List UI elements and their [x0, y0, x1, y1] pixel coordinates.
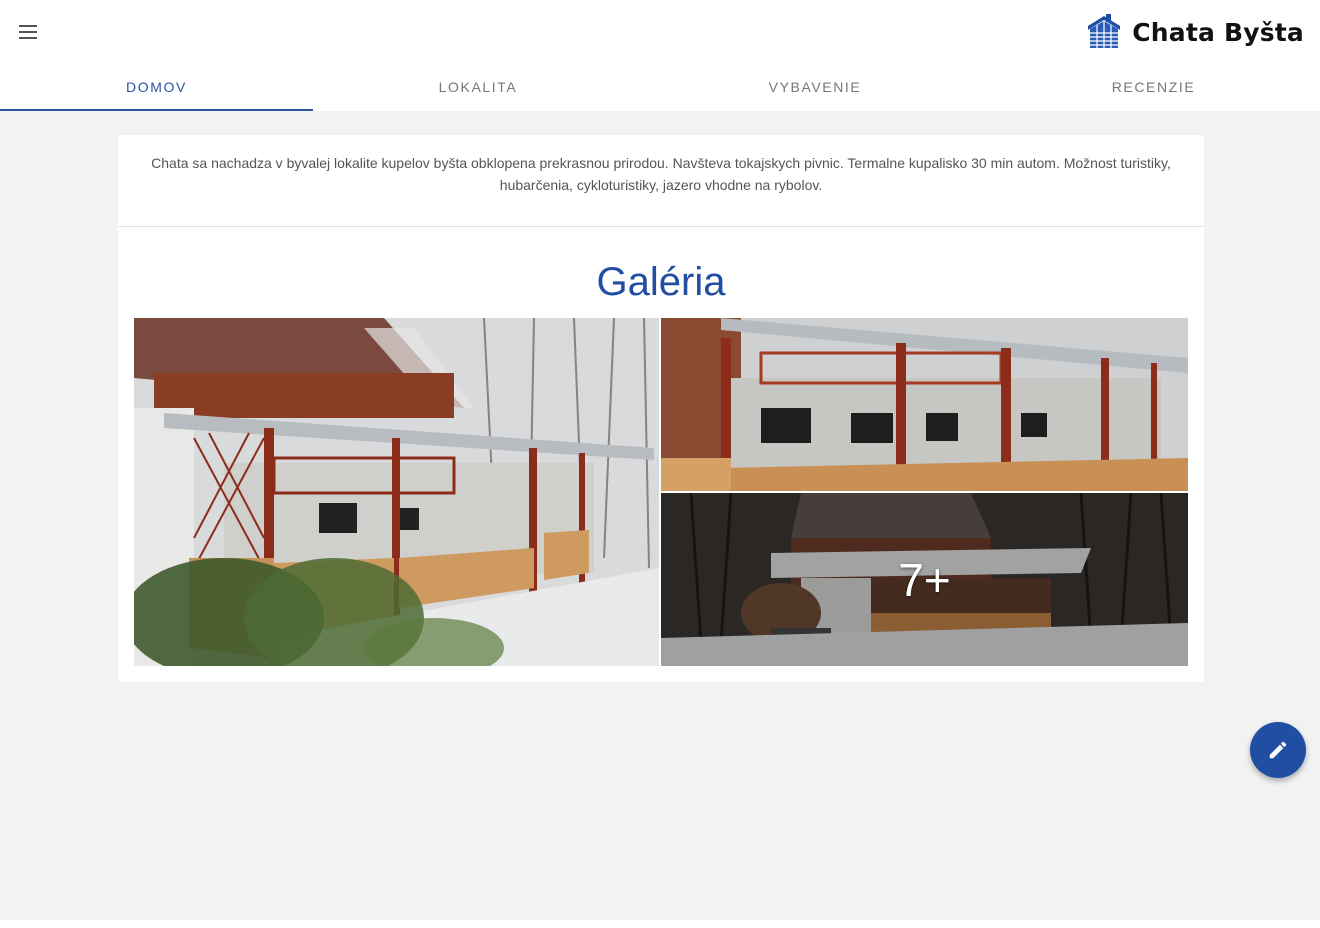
footer-strip [0, 920, 1320, 928]
tab-label: RECENZIE [1111, 78, 1196, 95]
house-logo-icon [1088, 14, 1121, 48]
tab-recenzie[interactable]: RECENZIE [987, 62, 1320, 111]
app-bar: Chata Byšta DOMOV LOKALITA VYBAVENIE REC… [0, 0, 1320, 111]
gallery-photo-more[interactable]: 7+ [661, 493, 1188, 666]
menu-icon[interactable] [16, 20, 40, 44]
tab-bar: DOMOV LOKALITA VYBAVENIE RECENZIE [0, 62, 1320, 111]
pencil-icon [1269, 741, 1287, 759]
brand-name: Chata Byšta [1132, 17, 1304, 47]
gallery-more-count: 7+ [898, 553, 951, 606]
edit-button[interactable] [1250, 722, 1306, 778]
tab-vybavenie[interactable]: VYBAVENIE [643, 62, 987, 111]
tab-lokalita[interactable]: LOKALITA [313, 62, 643, 111]
gallery-grid: 7+ [134, 318, 1188, 666]
tab-label: DOMOV [126, 78, 187, 95]
gallery-title: Galéria [596, 260, 726, 304]
tab-label: VYBAVENIE [768, 78, 862, 95]
gallery-photo[interactable] [134, 318, 659, 666]
tab-label: LOKALITA [438, 78, 518, 95]
content-card: Chata sa nachadza v byvalej lokalite kup… [118, 135, 1204, 682]
intro-text: Chata sa nachadza v byvalej lokalite kup… [118, 135, 1204, 227]
brand[interactable]: Chata Byšta [1084, 10, 1304, 54]
gallery-photo[interactable] [661, 318, 1188, 491]
tab-domov[interactable]: DOMOV [0, 62, 313, 111]
